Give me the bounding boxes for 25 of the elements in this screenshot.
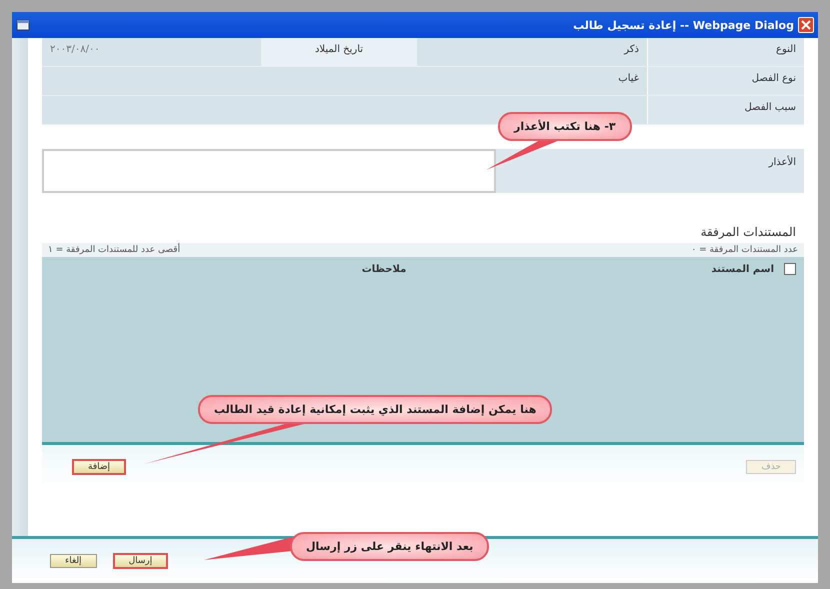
attachment-count: عدد المستندات المرفقة = ٠ bbox=[691, 245, 798, 255]
field-label: النوع bbox=[647, 38, 804, 66]
close-button[interactable] bbox=[798, 17, 814, 33]
cancel-button[interactable]: إلغاء bbox=[50, 554, 97, 568]
field-label: سبب الفصل bbox=[647, 96, 804, 124]
scrollbar[interactable] bbox=[12, 38, 28, 536]
page-icon bbox=[16, 18, 30, 32]
window-title: إعادة تسجيل طالب -- Webpage Dialog bbox=[572, 18, 794, 32]
excuse-field[interactable] bbox=[42, 149, 496, 193]
field-value: ذكر bbox=[622, 43, 640, 57]
add-button[interactable]: إضافة bbox=[72, 459, 126, 475]
field-label: نوع الفصل bbox=[647, 67, 804, 95]
column-header: ملاحظات bbox=[360, 264, 408, 274]
callout: بعد الانتهاء ينقر على زر إرسال bbox=[290, 532, 490, 561]
callout: هنا يمكن إضافة المستند الذي يثبت إمكانية إعادة قيد الطالب bbox=[198, 395, 552, 424]
send-button[interactable]: إرسال bbox=[112, 553, 168, 569]
select-all-checkbox[interactable] bbox=[784, 263, 796, 275]
field-value: غياب bbox=[617, 72, 640, 86]
field-value: ٢٠٠٣/٠٨/٠٠ bbox=[49, 43, 101, 57]
column-header: اسم المستند bbox=[710, 264, 774, 274]
attachment-limit: أقصى عدد للمستندات المرفقة = ١ bbox=[48, 245, 180, 255]
field-value: تاريخ الميلاد bbox=[261, 38, 417, 66]
section-title: المستندات المرفقة bbox=[700, 225, 797, 239]
field-label: الأعذار bbox=[768, 157, 796, 168]
callout: ٣- هنا تكتب الأعذار bbox=[498, 112, 632, 141]
